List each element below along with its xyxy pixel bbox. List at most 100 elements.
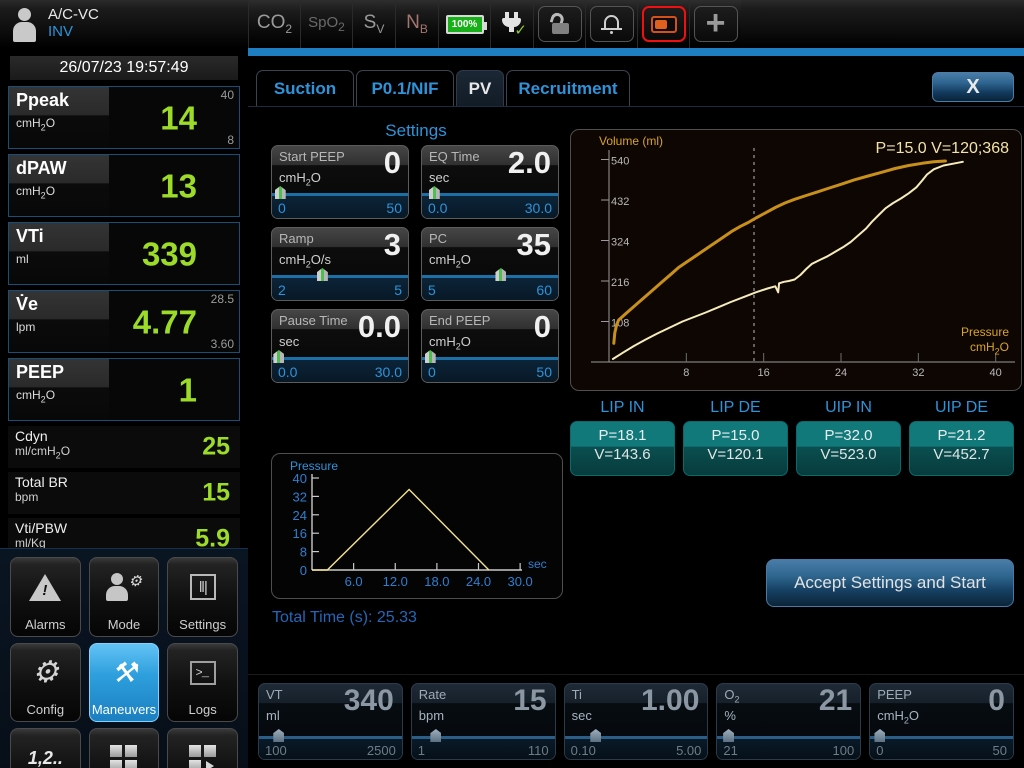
sv-indicator[interactable]: SV xyxy=(352,0,395,48)
setting-rate[interactable]: Rate bpm 15 1 110 xyxy=(410,683,556,760)
slider-track[interactable] xyxy=(422,193,558,196)
param-cdyn[interactable]: Cdyn ml/cmH2O 25 xyxy=(8,426,240,468)
battery-alarm-button[interactable] xyxy=(637,0,689,48)
lip-de-box[interactable]: P=15.0 V=120.1 xyxy=(683,421,788,476)
setting-peep[interactable]: PEEP cmH2O 0 0 50 xyxy=(869,683,1014,760)
chart-annotation: P=15.0 V=120;368 xyxy=(875,140,1009,157)
param-peep[interactable]: PEEP cmH2O 1 xyxy=(8,358,240,421)
spo2-indicator[interactable]: SpO2 xyxy=(300,0,352,48)
close-button[interactable]: X xyxy=(932,72,1014,102)
setting-end-peep[interactable]: End PEEP cmH2O 0 0 50 xyxy=(421,309,559,383)
alarm-silence-button[interactable] xyxy=(585,0,637,48)
lip-in-box[interactable]: P=18.1 V=143.6 xyxy=(570,421,675,476)
lip-in-column: LIP IN P=18.1 V=143.6 xyxy=(570,399,675,476)
tab-suction[interactable]: Suction xyxy=(256,70,354,106)
tab-recruitment[interactable]: Recruitment xyxy=(506,70,630,106)
param-label: V̇e xyxy=(16,294,39,314)
pv-maneuver-body: Settings Start PEEP cmH2O 0 0 50 EQ Time… xyxy=(248,106,1024,722)
param-value: 13 xyxy=(160,167,197,204)
top-header-bar: A/C-VC INV CO2 SpO2 SV NB 100% ✓ + xyxy=(0,0,1024,48)
datetime-display: 26/07/23 19:57:49 xyxy=(10,56,238,80)
slider-track[interactable] xyxy=(422,357,558,360)
svg-text:324: 324 xyxy=(611,237,629,249)
slider-track[interactable] xyxy=(272,357,408,360)
setting-start-peep[interactable]: Start PEEP cmH2O 0 0 50 xyxy=(271,145,409,219)
slider-thumb[interactable] xyxy=(723,729,735,742)
sidebar-item-mode[interactable]: ⚙ Mode xyxy=(88,557,160,637)
accept-settings-and-start-button[interactable]: Accept Settings and Start xyxy=(766,559,1014,607)
co2-indicator[interactable]: CO2 xyxy=(248,0,300,48)
param-label: dPAW xyxy=(16,158,67,178)
chart-x-axis-label: Pressure cmH2O xyxy=(960,325,1009,357)
param-unit: cmH2O xyxy=(16,387,56,405)
slider-thumb[interactable] xyxy=(590,729,602,742)
main-panel: Suction P0.1/NIF PV Recruitment X Settin… xyxy=(248,48,1024,768)
patient-gear-icon: ⚙ xyxy=(90,558,159,617)
uip-in-box[interactable]: P=32.0 V=523.0 xyxy=(796,421,901,476)
setting-pause-time[interactable]: Pause Time sec 0.0 0.0 30.0 xyxy=(271,309,409,383)
slider-track[interactable] xyxy=(422,275,558,278)
sidebar-item-logs[interactable]: >_ Logs xyxy=(167,642,238,723)
slider-thumb[interactable] xyxy=(874,729,886,742)
slider-track[interactable] xyxy=(564,736,708,739)
svg-text:16: 16 xyxy=(758,367,770,379)
svg-text:8: 8 xyxy=(683,367,689,379)
patient-mode-block[interactable]: A/C-VC INV xyxy=(0,6,248,42)
slider-thumb[interactable] xyxy=(273,350,285,363)
param-ve[interactable]: V̇e lpm 28.5 4.77 3.60 xyxy=(8,290,240,353)
slider-thumb[interactable] xyxy=(273,729,285,742)
setting-pc[interactable]: PC cmH2O 35 5 60 xyxy=(421,227,559,301)
nb-indicator[interactable]: NB xyxy=(395,0,438,48)
slider-track[interactable] xyxy=(870,736,1013,739)
gear-icon: ⚙ xyxy=(31,655,59,689)
tab-pv[interactable]: PV xyxy=(456,70,504,106)
param-value: 1 xyxy=(178,371,197,408)
slider-thumb[interactable] xyxy=(430,729,442,742)
param-unit: lpm xyxy=(16,319,36,334)
sidebar-item-maneuvers[interactable]: ⚒ Maneuvers xyxy=(88,642,160,723)
tab-p01-nif[interactable]: P0.1/NIF xyxy=(356,70,454,106)
svg-text:12.0: 12.0 xyxy=(383,574,408,589)
sidebar-button-grid: Alarms ⚙ Mode ‖| Settings ⚙ Config ⚒ Man… xyxy=(0,548,248,768)
add-button[interactable]: + xyxy=(689,0,741,48)
setting-o2[interactable]: O2 % 21 21 100 xyxy=(716,683,862,760)
slider-thumb[interactable] xyxy=(428,186,440,199)
setting-ti[interactable]: Ti sec 1.00 0.10 5.00 xyxy=(563,683,709,760)
battery-percent-label: 100% xyxy=(451,18,478,30)
svg-text:24: 24 xyxy=(835,367,847,379)
sidebar-item-alarms[interactable]: Alarms xyxy=(10,557,81,637)
svg-text:18.0: 18.0 xyxy=(424,574,449,589)
setting-eq-time[interactable]: EQ Time sec 2.0 0.0 30.0 xyxy=(421,145,559,219)
param-total-br[interactable]: Total BR bpm 15 xyxy=(8,472,240,514)
sidebar-item-advanced[interactable]: Advanced xyxy=(88,728,160,768)
param-unit: ml xyxy=(16,251,29,266)
slider-thumb[interactable] xyxy=(316,268,328,281)
param-label: Ppeak xyxy=(16,90,70,110)
slider-thumb[interactable] xyxy=(424,350,436,363)
lock-button[interactable] xyxy=(533,0,585,48)
uip-de-box[interactable]: P=21.2 V=452.7 xyxy=(909,421,1014,476)
slider-thumb[interactable] xyxy=(274,186,286,199)
param-dpaw[interactable]: dPAW cmH2O 13 xyxy=(8,154,240,217)
svg-text:6.0: 6.0 xyxy=(345,574,363,589)
setting-vt[interactable]: VT ml 340 100 2500 xyxy=(258,683,403,760)
pv-loop-chart: Volume (ml) P=15.0 V=120;368 Pressure cmH… xyxy=(570,129,1022,391)
sidebar-item-quick[interactable]: Quick xyxy=(167,728,238,768)
slider-track[interactable] xyxy=(272,275,408,278)
sidebar-item-settings[interactable]: ‖| Settings xyxy=(167,557,238,637)
accent-bar xyxy=(248,48,1024,56)
ventilation-settings-bar: VT ml 340 100 2500 Rate bpm 15 1 110 Ti … xyxy=(248,674,1024,768)
slider-track[interactable] xyxy=(717,736,861,739)
setting-ramp[interactable]: Ramp cmH2O/s 3 2 5 xyxy=(271,227,409,301)
svg-text:32: 32 xyxy=(912,367,924,379)
slider-thumb[interactable] xyxy=(495,268,507,281)
svg-text:24.0: 24.0 xyxy=(466,574,491,589)
slider-track[interactable] xyxy=(272,193,408,196)
param-ppeak[interactable]: Ppeak cmH2O 40 14 8 xyxy=(8,86,240,149)
param-vti[interactable]: VTi ml 339 xyxy=(8,222,240,285)
param-high-limit: 40 xyxy=(220,88,234,102)
svg-text:8: 8 xyxy=(300,545,307,560)
sidebar-item-monitored[interactable]: 1,2.. Monitored xyxy=(10,728,81,768)
sidebar-item-config[interactable]: ⚙ Config xyxy=(10,642,81,723)
battery-status-icon[interactable]: 100% xyxy=(438,0,490,48)
